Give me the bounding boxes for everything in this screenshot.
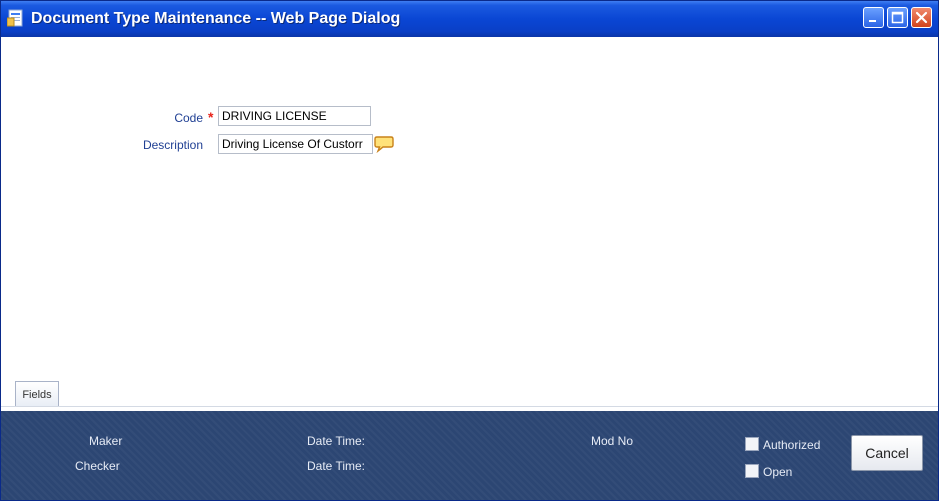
window-title: Document Type Maintenance -- Web Page Di… (31, 10, 401, 27)
open-label: Open (763, 465, 793, 479)
close-icon[interactable] (911, 7, 932, 28)
checker-label: Checker (75, 459, 120, 473)
maker-date-time-label: Date Time: (307, 434, 366, 448)
checker-date-time-label: Date Time: (307, 459, 366, 473)
mod-no-label: Mod No (591, 434, 634, 448)
dialog-page-icon (6, 9, 25, 27)
minimize-icon[interactable] (863, 7, 884, 28)
code-label: Code (174, 111, 203, 125)
tab-fields-label: Fields (22, 388, 52, 401)
authorized-label: Authorized (763, 438, 821, 452)
maximize-icon[interactable] (887, 7, 908, 28)
title-bar[interactable]: Document Type Maintenance -- Web Page Di… (1, 1, 938, 37)
speech-bubble-icon[interactable] (373, 135, 395, 154)
maker-label: Maker (89, 434, 123, 448)
cancel-button[interactable]: Cancel (851, 435, 923, 471)
code-input[interactable] (218, 106, 371, 126)
authorized-checkbox[interactable] (745, 437, 759, 451)
required-marker: * (208, 109, 214, 125)
tab-fields[interactable]: Fields (15, 381, 59, 407)
audit-footer (1, 411, 938, 500)
dialog-window: Document Type Maintenance -- Web Page Di… (0, 0, 939, 501)
tab-divider (1, 406, 938, 407)
open-checkbox[interactable] (745, 464, 759, 478)
description-label: Description (142, 138, 203, 152)
description-input[interactable] (218, 134, 373, 154)
